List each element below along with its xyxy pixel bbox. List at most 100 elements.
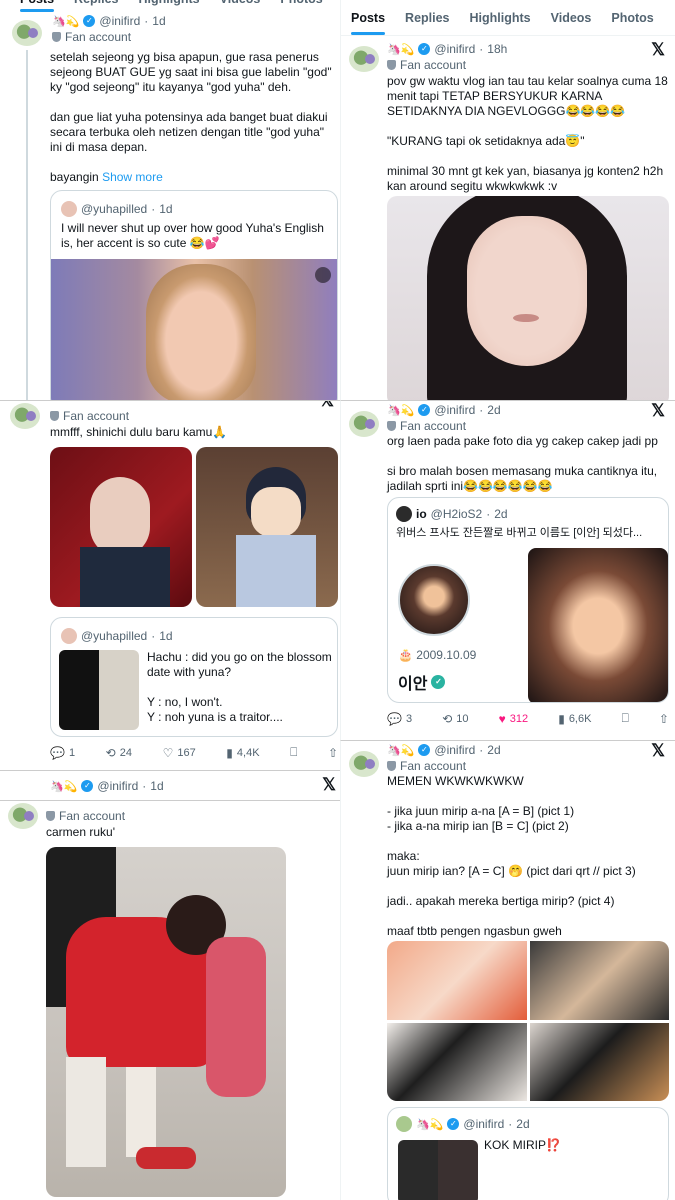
post-panel-2: Posts Replies Highlights Videos Photos 🦄… — [340, 0, 675, 400]
post-panel-7: 🦄💫 ✓ @inifird · 2d 𝕏 Fan account MEMEN WK… — [340, 740, 675, 1200]
tab-photos[interactable]: Photos — [270, 0, 332, 12]
like-count: 312 — [509, 712, 529, 725]
post-header: 🦄💫 ✓ @inifird · 1d — [52, 14, 166, 28]
post-time[interactable]: 2d — [487, 743, 500, 757]
user-handle[interactable]: @inifird — [434, 743, 475, 757]
fan-label-text: Fan account — [400, 58, 467, 72]
profile-name-text: 이안 — [398, 676, 428, 693]
like-button[interactable]: ♥ 312 — [499, 712, 528, 726]
lips-shape — [513, 314, 539, 322]
like-count: 167 — [177, 746, 196, 759]
quote-image[interactable] — [528, 548, 668, 702]
quote-image[interactable] — [51, 259, 337, 400]
quote-tweet[interactable]: @yuhapilled · 1d Hachu : did you go on the… — [50, 617, 338, 737]
shield-icon — [387, 421, 396, 431]
grid-image-3[interactable] — [387, 1022, 527, 1101]
post-image-2[interactable] — [196, 447, 338, 607]
tab-videos[interactable]: Videos — [210, 0, 271, 12]
tab-videos[interactable]: Videos — [541, 0, 602, 35]
x-logo-icon: 𝕏 — [320, 400, 334, 410]
post-text: pov gw waktu vlog ian tau tau kelar soal… — [387, 74, 668, 193]
post-image-1[interactable] — [50, 447, 192, 607]
verified-icon: ✓ — [447, 1118, 460, 1130]
post-panel-3: 𝕏 Fan account mmfff, shinichi dulu baru … — [0, 400, 340, 770]
x-logo-icon: 𝕏 — [651, 741, 665, 760]
verified-icon: ✓ — [81, 780, 94, 792]
quote-tweet[interactable]: 🦄💫 ✓ @inifird · 2d KOK MIRIP⁉️ — [387, 1107, 669, 1200]
tab-photos[interactable]: Photos — [601, 0, 663, 35]
share-icon: ⇧ — [327, 745, 338, 760]
repost-button[interactable]: ⟲ 10 — [442, 712, 468, 726]
tab-highlights[interactable]: Highlights — [129, 0, 210, 12]
post-image[interactable] — [46, 847, 286, 1197]
user-handle[interactable]: @inifird — [99, 14, 140, 28]
tab-highlights[interactable]: Highlights — [460, 0, 541, 35]
post-time[interactable]: 1d — [150, 779, 163, 793]
quote-text: Hachu : did you go on the blossom date w… — [147, 650, 332, 724]
quote-tweet[interactable]: @yuhapilled · 1d I will never shut up over… — [50, 190, 338, 400]
reply-icon: 💬 — [387, 711, 402, 726]
avatar[interactable] — [10, 403, 40, 429]
post-time[interactable]: 18h — [487, 42, 507, 56]
image-grid — [387, 941, 669, 1101]
avatar[interactable] — [349, 751, 379, 777]
post-image[interactable] — [387, 196, 669, 400]
avatar[interactable] — [349, 411, 379, 437]
view-count: 6,6K — [568, 712, 592, 725]
quote-text: I will never shut up over how good Yuha'… — [61, 221, 328, 250]
quote-thumbnail[interactable] — [59, 650, 139, 730]
show-more-link[interactable]: Show more — [102, 170, 163, 184]
avatar[interactable] — [349, 46, 379, 72]
verified-icon: ✓ — [83, 15, 96, 27]
birthday-date-text: 2009.10.09 — [416, 648, 477, 662]
quote-thumbnail[interactable] — [398, 1140, 478, 1200]
bookmark-button[interactable]: ⎕ — [622, 711, 629, 726]
x-logo-icon: 𝕏 — [651, 40, 665, 59]
like-button[interactable]: ♡ 167 — [163, 746, 196, 760]
profile-name: 이안 ✓ — [398, 670, 446, 694]
grid-image-2[interactable] — [529, 941, 669, 1020]
quote-text: KOK MIRIP⁉️ — [484, 1138, 561, 1152]
post-text: setelah sejeong yg bisa apapun, gue rasa… — [50, 50, 338, 185]
fan-label-text: Fan account — [63, 409, 130, 423]
reply-button[interactable]: 💬 1 — [50, 746, 75, 760]
user-emojis: 🦄💫 — [387, 404, 415, 417]
post-panel-1: Posts Replies Highlights Videos Photos 🦄… — [0, 0, 340, 400]
tab-posts[interactable]: Posts — [10, 0, 64, 12]
bookmark-button[interactable]: ⎕ — [290, 745, 297, 760]
bookmark-icon: ⎕ — [290, 745, 298, 759]
user-handle[interactable]: @inifird — [434, 403, 475, 417]
avatar[interactable] — [12, 20, 42, 46]
post-header: 🦄💫 ✓ @inifird · 1d — [50, 779, 164, 793]
verified-icon: ✓ — [431, 675, 446, 689]
share-button[interactable]: ⇧ — [659, 712, 669, 726]
tab-posts[interactable]: Posts — [341, 0, 395, 35]
grid-image-4[interactable] — [529, 1022, 669, 1101]
quote-tweet[interactable]: io @H2ioS2 · 2d 위버스 프사도 잔든짤로 바뀌고 이름도 [이안] … — [387, 497, 669, 703]
fan-label-text: Fan account — [400, 759, 467, 773]
share-button[interactable]: ⇧ — [328, 746, 338, 760]
gif-icon — [315, 267, 331, 283]
views-button[interactable]: ▮ 6,6K — [558, 712, 591, 726]
thread-line — [26, 50, 28, 400]
red-shoe — [136, 1147, 196, 1169]
repost-button[interactable]: ⟲ 24 — [106, 746, 132, 760]
post-time[interactable]: 1d — [152, 14, 165, 28]
reply-button[interactable]: 💬 3 — [387, 712, 412, 726]
reply-count: 3 — [405, 712, 413, 725]
user-handle[interactable]: @inifird — [97, 779, 138, 793]
tab-replies[interactable]: Replies — [395, 0, 459, 35]
quote-name: io — [416, 507, 427, 521]
avatar[interactable] — [8, 803, 38, 829]
tab-replies[interactable]: Replies — [64, 0, 128, 12]
repost-count: 24 — [119, 746, 132, 759]
post-panel-5: 🦄💫 ✓ @inifird · 1d 𝕏 — [0, 770, 340, 800]
action-bar: 💬 3 ⟲ 10 ♥ 312 ▮ 6,6K ⎕ ⇧ — [387, 711, 669, 726]
post-text: MEMEN WKWKWKWKW - jika juun mirip a-na [… — [387, 774, 636, 938]
grid-image-1[interactable] — [387, 941, 527, 1020]
views-button[interactable]: ▮ 4,4K — [226, 746, 259, 760]
user-handle[interactable]: @inifird — [434, 42, 475, 56]
verified-icon: ✓ — [418, 43, 431, 55]
post-time[interactable]: 2d — [487, 403, 500, 417]
jacket-shape — [80, 547, 170, 607]
